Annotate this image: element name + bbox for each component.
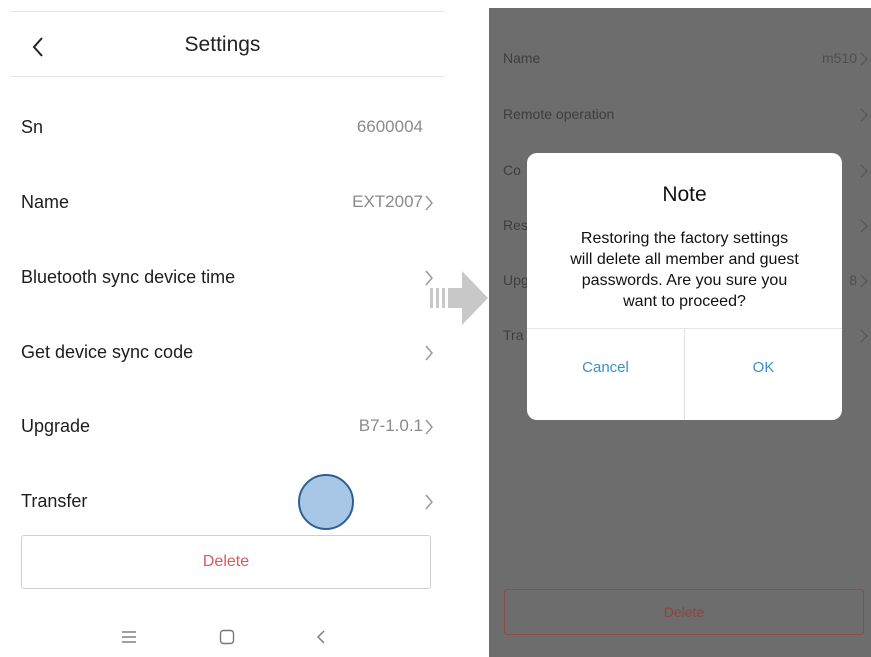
dialog-message: Restoring the factory settings will dele… [545, 228, 824, 312]
chevron-right-icon [860, 164, 868, 178]
row-label: Transfer [21, 491, 88, 511]
row-remote-operation: Remote operation [489, 97, 871, 133]
chevron-right-icon [425, 195, 433, 211]
menu-icon[interactable] [120, 628, 138, 646]
row-name: Name m510 [489, 41, 871, 77]
chevron-right-icon [425, 345, 433, 361]
row-value: 8 [849, 272, 857, 288]
row-label: Upgrade [21, 416, 91, 436]
row-label: Tra [503, 327, 524, 343]
row-value: m510 [821, 50, 857, 66]
flow-arrow-icon [430, 271, 488, 325]
dialog-message-line: will delete all member and guest [570, 251, 799, 268]
delete-button[interactable]: Delete [21, 535, 431, 589]
row-sn: Sn 6600004 [0, 109, 445, 149]
row-label: Co [503, 162, 521, 178]
delete-button: Delete [504, 589, 864, 635]
ok-label: OK [752, 359, 775, 376]
row-get-sync-code[interactable]: Get device sync code [0, 334, 445, 374]
row-name[interactable]: Name EXT2007 [0, 184, 445, 224]
chevron-right-icon [860, 108, 868, 122]
row-label: Get device sync code [21, 342, 194, 362]
touch-indicator [298, 474, 354, 530]
page-title: Settings [184, 33, 261, 56]
row-bluetooth-sync-time[interactable]: Bluetooth sync device time [0, 259, 445, 299]
chevron-right-icon [860, 329, 868, 343]
row-label: Name [21, 192, 70, 212]
row-label: Upg [503, 272, 529, 288]
dialog-message-line: want to proceed? [623, 293, 746, 310]
ok-button[interactable]: OK [685, 329, 842, 420]
home-icon[interactable] [218, 628, 236, 646]
row-label: Remote operation [503, 106, 615, 122]
row-value: 6600004 [356, 117, 423, 136]
dialog-title: Note [662, 183, 707, 206]
delete-label: Delete [663, 604, 705, 620]
chevron-right-icon [860, 274, 868, 288]
chevron-right-icon [425, 419, 433, 435]
row-transfer[interactable]: Transfer [0, 483, 445, 523]
row-label: Name [503, 50, 541, 66]
back-nav-icon[interactable] [312, 628, 330, 646]
row-value: B7-1.0.1 [358, 416, 423, 435]
left-screen: Settings Sn 6600004 Name EXT2007 Bluetoo… [0, 0, 445, 657]
chevron-right-icon [860, 52, 868, 66]
dialog-message-line: Restoring the factory settings [580, 230, 789, 247]
confirm-dialog: Note Restoring the factory settings will… [527, 153, 842, 420]
cancel-label: Cancel [582, 359, 629, 376]
row-label: Res [503, 217, 528, 233]
row-upgrade[interactable]: Upgrade B7-1.0.1 [0, 408, 445, 448]
row-label: Sn [21, 117, 44, 137]
right-screen: Name m510 Remote operation Co Res Upg 8 … [489, 8, 871, 657]
top-divider [10, 11, 445, 12]
cancel-button[interactable]: Cancel [527, 329, 684, 420]
dialog-message-line: passwords. Are you sure you [581, 272, 788, 289]
header-divider [10, 76, 445, 77]
chevron-right-icon [860, 219, 868, 233]
row-value: EXT2007 [352, 192, 423, 211]
row-label: Bluetooth sync device time [21, 267, 236, 287]
delete-label: Delete [202, 553, 250, 570]
chevron-right-icon [425, 494, 433, 510]
